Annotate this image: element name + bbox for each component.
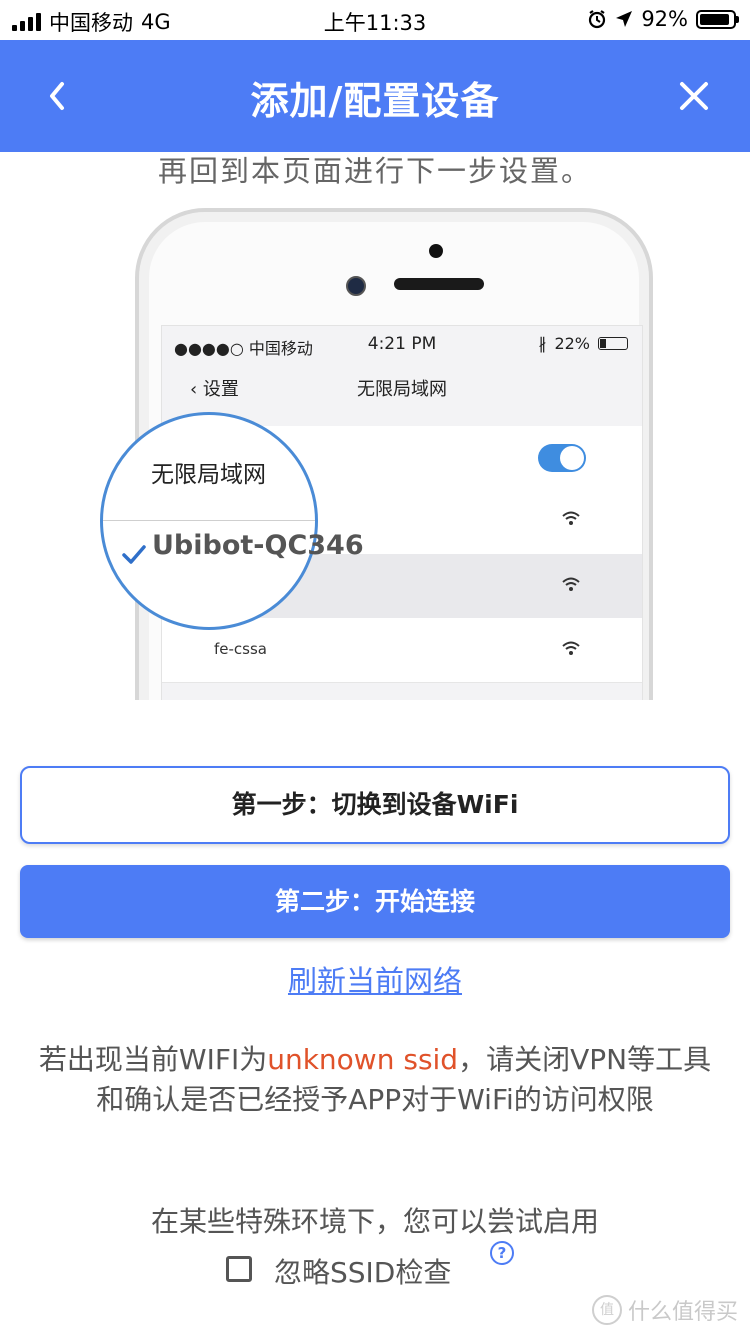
phone-speaker xyxy=(394,278,484,290)
magnifier-title: 无限局域网 xyxy=(151,462,266,488)
phone-network-name: fe-cssa xyxy=(214,640,267,658)
ignore-ssid-checkbox[interactable] xyxy=(226,1256,252,1282)
phone-battery-percent: 22% xyxy=(554,334,590,353)
close-button[interactable] xyxy=(672,74,716,118)
unknown-ssid-highlight: unknown ssid xyxy=(267,1043,459,1076)
status-bar: 中国移动 4G 上午11:33 92% xyxy=(0,0,750,40)
watermark-logo-icon: 值 xyxy=(591,1295,622,1325)
alarm-icon xyxy=(589,10,606,29)
special-env-text: 在某些特殊环境下，您可以尝试启用 xyxy=(150,1205,599,1238)
watermark-text: 什么值得买 xyxy=(627,1300,738,1325)
location-arrow-icon xyxy=(616,11,633,27)
watermark: 值 什么值得买 xyxy=(591,1294,738,1326)
intro-text: 再回到本页面进行下一步设置。 xyxy=(157,154,592,188)
wifi-signal-icon xyxy=(562,510,580,529)
help-icon[interactable]: ? xyxy=(490,1241,514,1265)
start-connect-button[interactable]: 第二步：开始连接 xyxy=(20,865,730,938)
close-icon xyxy=(680,82,708,110)
phone-nav-title: 无限局域网 xyxy=(357,379,447,400)
phone-battery-icon xyxy=(598,337,628,350)
battery-icon xyxy=(696,9,739,29)
magnifier-circle: 无限局域网 xyxy=(100,412,318,630)
wifi-toggle xyxy=(538,444,586,472)
checkmark-icon xyxy=(122,545,146,564)
ignore-ssid-label: 忽略SSID检查 xyxy=(274,1256,452,1289)
nav-bar: 添加/配置设备 xyxy=(0,40,750,152)
wifi-signal-icon xyxy=(562,576,580,595)
phone-front-camera xyxy=(346,276,366,296)
bluetooth-icon: ∦ xyxy=(538,334,547,353)
selected-network-name: Ubibot-QC346 xyxy=(152,530,364,561)
refresh-network-link[interactable]: 刷新当前网络 xyxy=(0,958,750,1000)
unknown-ssid-note: 若出现当前WIFI为unknown ssid，请关闭VPN等工具和确认是否已经授… xyxy=(38,1043,712,1116)
wifi-signal-icon xyxy=(562,640,580,659)
phone-camera-dot xyxy=(429,244,443,258)
page-title: 添加/配置设备 xyxy=(250,79,500,123)
phone-illustration: ●●●●○ 中国移动 4:21 PM ∦ 22% ‹ 设置 无限局域网 fe-c… xyxy=(95,200,675,700)
phone-status-bar: ●●●●○ 中国移动 4:21 PM ∦ 22% xyxy=(162,326,642,362)
phone-network-row: fe-cssa xyxy=(162,618,642,683)
phone-nav-bar: ‹ 设置 无限局域网 xyxy=(162,362,642,412)
switch-to-device-wifi-button[interactable]: 第一步：切换到设备WiFi xyxy=(20,766,730,844)
battery-percent: 92% xyxy=(641,7,688,31)
